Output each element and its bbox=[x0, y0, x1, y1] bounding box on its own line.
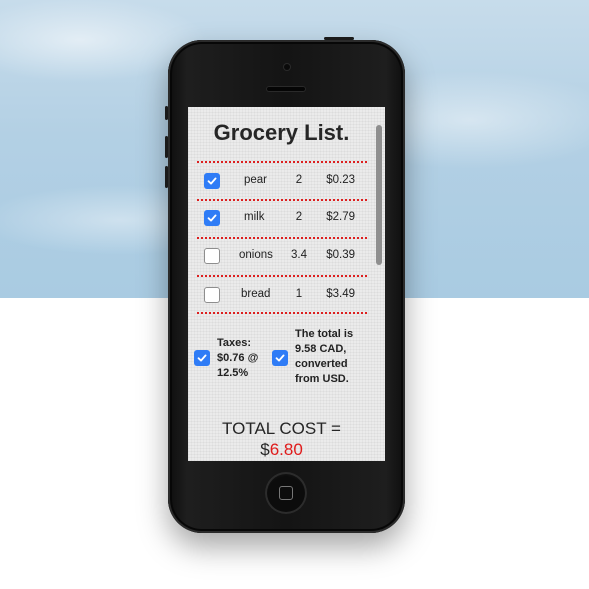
total-cost-value: $6.80 bbox=[188, 440, 375, 460]
list-item: onions 3.4 $0.39 bbox=[197, 244, 367, 268]
earpiece-speaker bbox=[266, 86, 306, 92]
checkmark-icon bbox=[207, 177, 217, 185]
conversion-line: converted bbox=[295, 358, 348, 370]
page-title: Grocery List. bbox=[213, 120, 350, 145]
checkmark-icon bbox=[197, 354, 207, 362]
item-quantity: 1 bbox=[295, 288, 303, 300]
item-checkbox[interactable] bbox=[204, 287, 220, 303]
checkmark-icon bbox=[275, 354, 285, 362]
list-item: pear 2 $0.23 bbox=[197, 169, 367, 193]
mute-switch bbox=[165, 106, 168, 120]
front-camera-icon bbox=[284, 64, 290, 70]
power-button bbox=[324, 37, 354, 40]
item-price: $3.49 bbox=[326, 288, 355, 300]
item-name: bread bbox=[241, 288, 271, 300]
item-name: onions bbox=[239, 249, 273, 261]
conversion-text: The total is 9.58 CAD, converted from US… bbox=[295, 327, 353, 387]
item-checkbox[interactable] bbox=[204, 210, 220, 226]
volume-down-button bbox=[165, 166, 168, 188]
item-name: pear bbox=[244, 174, 268, 186]
taxes-line: Taxes: bbox=[217, 337, 252, 349]
home-square-icon bbox=[279, 486, 293, 500]
conversion-line: 9.58 CAD, bbox=[295, 343, 347, 355]
item-price: $0.23 bbox=[326, 174, 355, 186]
scrollbar-thumb[interactable] bbox=[376, 125, 382, 265]
item-quantity: 2 bbox=[295, 174, 303, 186]
checkmark-icon bbox=[207, 214, 217, 222]
total-currency-symbol: $ bbox=[260, 440, 270, 459]
conversion-checkbox[interactable] bbox=[272, 350, 288, 366]
conversion-line: from USD. bbox=[295, 373, 349, 385]
item-checkbox[interactable] bbox=[204, 173, 220, 189]
volume-up-button bbox=[165, 136, 168, 158]
total-cost-label: TOTAL COST = bbox=[222, 419, 341, 438]
divider bbox=[197, 161, 367, 163]
item-price: $2.79 bbox=[326, 211, 355, 223]
app-screen: Grocery List. pear 2 $0.23 milk 2 $2.79 … bbox=[188, 107, 385, 461]
divider bbox=[197, 275, 367, 277]
taxes-line: $0.76 @ bbox=[217, 352, 259, 364]
home-button[interactable] bbox=[265, 472, 307, 514]
list-item: milk 2 $2.79 bbox=[197, 206, 367, 230]
item-name: milk bbox=[244, 211, 265, 223]
taxes-checkbox[interactable] bbox=[194, 350, 210, 366]
item-quantity: 3.4 bbox=[291, 249, 307, 261]
item-quantity: 2 bbox=[295, 211, 303, 223]
divider bbox=[197, 199, 367, 201]
item-checkbox[interactable] bbox=[204, 248, 220, 264]
list-item: bread 1 $3.49 bbox=[197, 283, 367, 307]
total-amount: 6.80 bbox=[269, 440, 303, 459]
taxes-text: Taxes: $0.76 @ 12.5% bbox=[217, 336, 258, 381]
divider bbox=[197, 312, 367, 314]
conversion-line: The total is bbox=[295, 328, 354, 340]
divider bbox=[197, 237, 367, 239]
taxes-line: 12.5% bbox=[217, 367, 249, 379]
item-price: $0.39 bbox=[326, 249, 355, 261]
